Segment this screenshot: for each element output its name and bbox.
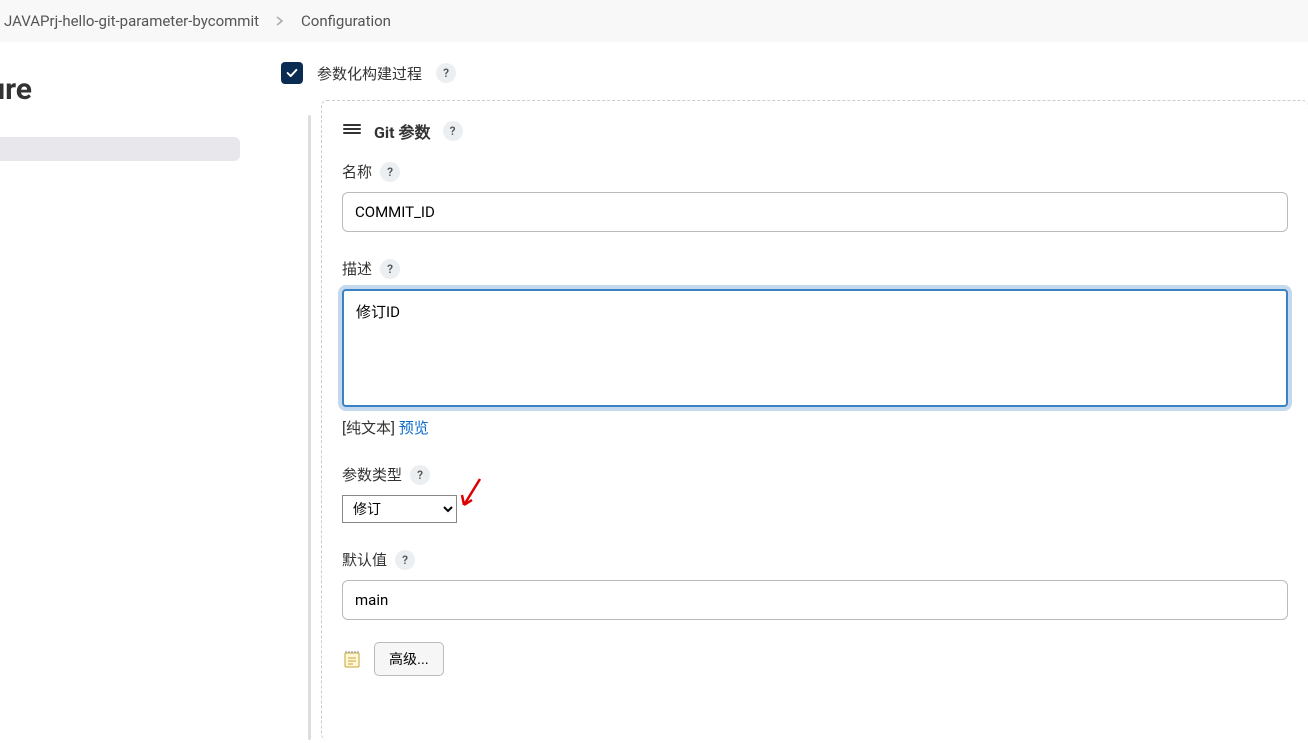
hint-prefix: [纯文本] [342, 419, 399, 437]
help-icon[interactable]: ? [380, 259, 400, 279]
git-parameter-block: Git 参数 ? 名称 ? 描述 ? 修订ID [纯文本] 预览 [321, 100, 1308, 740]
notepad-icon [342, 649, 362, 669]
sidebar-item[interactable]: eps [0, 308, 240, 350]
param-type-label: 参数类型 [342, 464, 402, 485]
help-icon[interactable]: ? [380, 162, 400, 182]
sidebar-item[interactable] [0, 137, 240, 161]
main-content: 参数化构建过程 ? Git 参数 ? 名称 ? 描述 [247, 42, 1308, 737]
sidebar-item[interactable]: 境 [0, 260, 240, 305]
description-textarea[interactable]: 修订ID [342, 289, 1288, 407]
preview-link[interactable]: 预览 [399, 419, 429, 437]
advanced-button[interactable]: 高级... [374, 642, 444, 676]
parameterized-checkbox[interactable] [281, 62, 303, 84]
breadcrumb-project[interactable]: JAVAPrj-hello-git-parameter-bycommit [0, 12, 263, 30]
default-value-input[interactable] [342, 580, 1288, 620]
breadcrumb-page[interactable]: Configuration [297, 12, 395, 30]
param-type-select[interactable]: 修订 [342, 495, 457, 523]
help-icon[interactable]: ? [436, 63, 456, 83]
help-icon[interactable]: ? [410, 465, 430, 485]
chevron-right-icon [275, 12, 285, 30]
drag-handle-icon[interactable] [342, 119, 362, 143]
parameterized-label: 参数化构建过程 [317, 63, 422, 84]
sidebar-item[interactable]: 发器 [0, 212, 240, 257]
page-title: ure [0, 72, 240, 107]
sidebar-item[interactable]: 理 [0, 164, 240, 209]
sidebar-item[interactable]: 操作 [0, 353, 240, 398]
name-input[interactable] [342, 192, 1288, 232]
name-label: 名称 [342, 161, 372, 182]
sidebar: ure 理 发器 境 eps 操作 [0, 42, 247, 737]
help-icon[interactable]: ? [395, 550, 415, 570]
description-label: 描述 [342, 258, 372, 279]
default-value-label: 默认值 [342, 549, 387, 570]
breadcrumb: JAVAPrj-hello-git-parameter-bycommit Con… [0, 0, 1308, 42]
description-hint: [纯文本] 预览 [342, 417, 1288, 438]
drag-rail [308, 115, 311, 740]
help-icon[interactable]: ? [443, 121, 463, 141]
git-param-title: Git 参数 [374, 119, 431, 143]
